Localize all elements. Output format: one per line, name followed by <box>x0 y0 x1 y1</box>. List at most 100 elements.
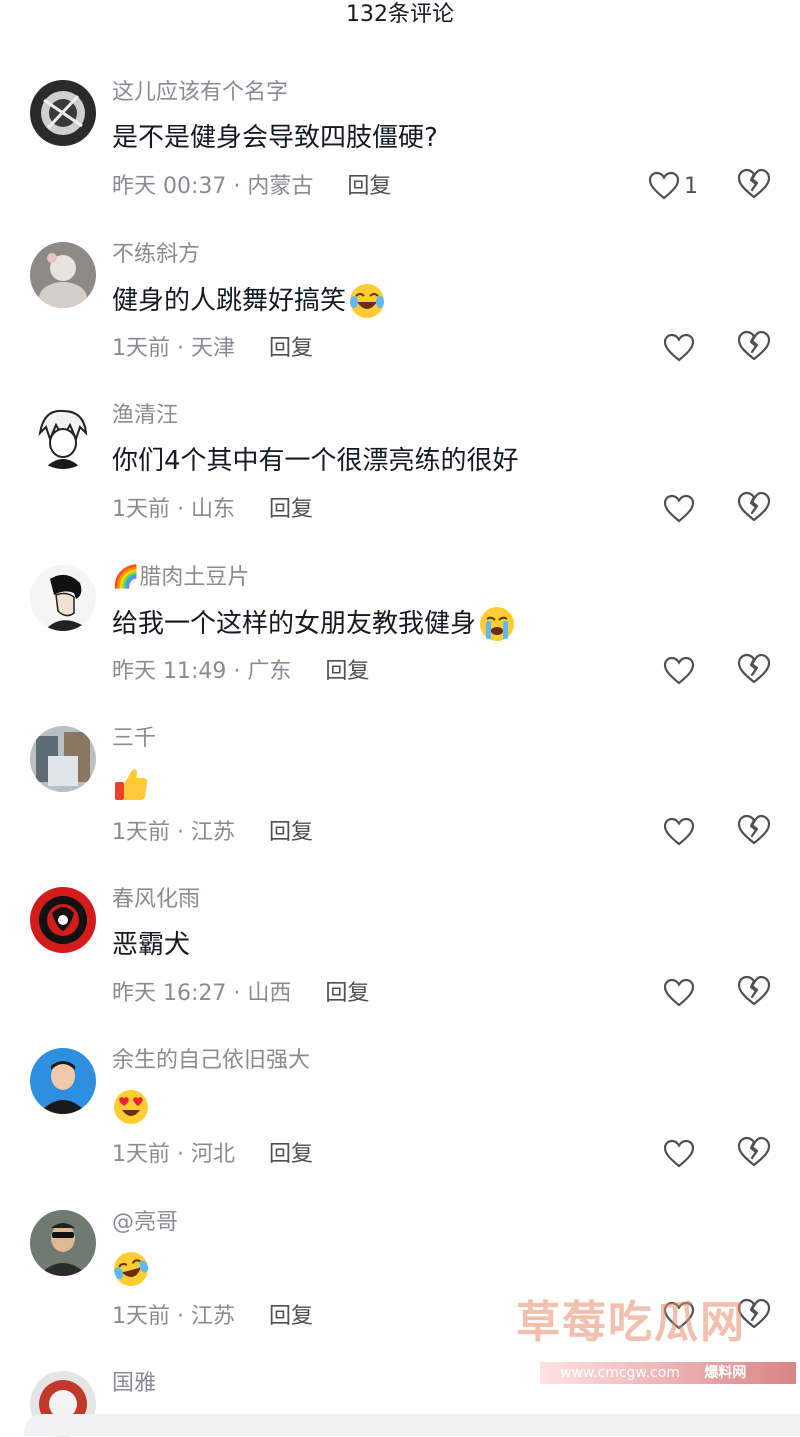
heart-eyes-emoji-icon <box>112 1088 150 1126</box>
reply-button[interactable]: 回复 <box>325 979 369 1009</box>
avatar[interactable] <box>30 403 96 469</box>
comment-username[interactable]: @亮哥 <box>112 1208 178 1238</box>
reply-button[interactable]: 回复 <box>347 172 391 202</box>
comment-username[interactable]: 春风化雨 <box>112 885 200 915</box>
comment-time-location: 1天前 · 天津 <box>112 336 235 361</box>
heart-icon <box>648 171 680 201</box>
comment-meta: 1天前 · 江苏 回复 <box>112 1302 313 1332</box>
comment-username[interactable]: 三千 <box>112 724 156 754</box>
comment-text: 是不是健身会导致四肢僵硬? <box>112 120 438 156</box>
comment-meta: 1天前 · 天津 回复 <box>112 334 313 364</box>
comment-text: 恶霸犬 <box>112 927 190 963</box>
laugh-cry-emoji-icon <box>348 282 386 320</box>
broken-heart-icon <box>737 653 771 685</box>
comment-text: 给我一个这样的女朋友教我健身 <box>112 605 516 643</box>
avatar[interactable] <box>30 726 96 792</box>
comment-text-content: 你们4个其中有一个很漂亮练的很好 <box>112 446 519 476</box>
comment-text: 你们4个其中有一个很漂亮练的很好 <box>112 443 519 479</box>
avatar[interactable] <box>30 1048 96 1114</box>
avatar[interactable] <box>30 887 96 953</box>
laugh-cry-emoji-icon <box>112 1250 150 1288</box>
comment-meta: 1天前 · 江苏 回复 <box>112 818 313 848</box>
reply-button[interactable]: 回复 <box>269 495 313 525</box>
comment-item: 三千 1天前 · 江苏 回复 <box>0 726 800 887</box>
reply-button[interactable]: 回复 <box>325 657 369 687</box>
comment-time-location: 1天前 · 河北 <box>112 1142 235 1167</box>
comment-time-location: 1天前 · 江苏 <box>112 820 235 845</box>
comment-input-bar[interactable] <box>24 1414 800 1436</box>
like-count: 1 <box>684 173 698 199</box>
watermark-tag: 爆料网 <box>704 1365 747 1381</box>
avatar[interactable] <box>30 565 96 631</box>
avatar[interactable] <box>30 1210 96 1276</box>
heart-icon <box>663 494 695 524</box>
comment-username[interactable]: 余生的自己依旧强大 <box>112 1046 310 1076</box>
comment-username[interactable]: 这儿应该有个名字 <box>112 78 288 108</box>
like-button[interactable] <box>663 975 695 1011</box>
broken-heart-icon <box>737 491 771 523</box>
dislike-button[interactable] <box>737 491 771 523</box>
comment-meta: 昨天 00:37 · 内蒙古 回复 <box>112 172 391 202</box>
comment-item: 渔清汪 你们4个其中有一个很漂亮练的很好 1天前 · 山东 回复 <box>0 403 800 564</box>
comment-text-content: 健身的人跳舞好搞笑 <box>112 286 347 316</box>
broken-heart-icon <box>737 1136 771 1168</box>
comment-meta: 1天前 · 山东 回复 <box>112 495 313 525</box>
reply-button[interactable]: 回复 <box>269 334 313 364</box>
avatar[interactable] <box>30 80 96 146</box>
like-button[interactable]: 1 <box>648 168 698 204</box>
reply-button[interactable]: 回复 <box>269 818 313 848</box>
reply-button[interactable]: 回复 <box>269 1140 313 1170</box>
like-button[interactable] <box>663 653 695 689</box>
watermark-url: www.cmcgw.com <box>560 1365 680 1381</box>
comments-count-title: 132条评论 <box>346 2 454 27</box>
comment-username[interactable]: 不练斜方 <box>112 240 200 270</box>
comment-text <box>112 1250 150 1288</box>
comment-text-content: 给我一个这样的女朋友教我健身 <box>112 609 477 639</box>
broken-heart-icon <box>737 330 771 362</box>
dislike-button[interactable] <box>737 653 771 685</box>
comment-item: 不练斜方 健身的人跳舞好搞笑 1天前 · 天津 回复 <box>0 242 800 403</box>
comment-time-location: 1天前 · 山东 <box>112 497 235 522</box>
thumbs-up-emoji-icon <box>112 766 150 804</box>
comment-text <box>112 1088 150 1126</box>
broken-heart-icon <box>737 814 771 846</box>
watermark-logo: 草莓吃瓜网 <box>516 1297 746 1348</box>
dislike-button[interactable] <box>737 1136 771 1168</box>
comment-username[interactable]: 🌈腊肉土豆片 <box>112 563 249 593</box>
heart-icon <box>663 1139 695 1169</box>
heart-icon <box>663 656 695 686</box>
like-button[interactable] <box>663 330 695 366</box>
watermark-url-bar: www.cmcgw.com 爆料网 <box>540 1362 796 1384</box>
crying-emoji-icon <box>478 605 516 643</box>
heart-icon <box>663 817 695 847</box>
comment-item: 🌈腊肉土豆片 给我一个这样的女朋友教我健身 昨天 11:49 · 广东 回复 <box>0 565 800 726</box>
like-button[interactable] <box>663 814 695 850</box>
comment-meta: 昨天 11:49 · 广东 回复 <box>112 657 369 687</box>
comment-item: 这儿应该有个名字 是不是健身会导致四肢僵硬? 昨天 00:37 · 内蒙古 回复… <box>0 80 800 241</box>
comment-time-location: 昨天 16:27 · 山西 <box>112 981 292 1006</box>
comment-time-location: 昨天 00:37 · 内蒙古 <box>112 174 314 199</box>
comment-text <box>112 766 150 804</box>
comment-item: 余生的自己依旧强大 1天前 · 河北 回复 <box>0 1048 800 1209</box>
dislike-button[interactable] <box>737 814 771 846</box>
comment-item: 春风化雨 恶霸犬 昨天 16:27 · 山西 回复 <box>0 887 800 1048</box>
comment-text-content: 恶霸犬 <box>112 930 191 960</box>
comment-username[interactable]: 渔清汪 <box>112 401 178 431</box>
comment-time-location: 1天前 · 江苏 <box>112 1304 235 1329</box>
comment-meta: 1天前 · 河北 回复 <box>112 1140 313 1170</box>
comment-username[interactable]: 国雅 <box>112 1369 156 1399</box>
avatar[interactable] <box>30 242 96 308</box>
dislike-button[interactable] <box>737 330 771 362</box>
comment-text: 健身的人跳舞好搞笑 <box>112 282 386 320</box>
dislike-button[interactable] <box>737 975 771 1007</box>
like-button[interactable] <box>663 1136 695 1172</box>
like-button[interactable] <box>663 491 695 527</box>
heart-icon <box>663 978 695 1008</box>
comment-text-content: 是不是健身会导致四肢僵硬? <box>112 123 438 153</box>
dislike-button[interactable] <box>737 168 771 200</box>
broken-heart-icon <box>737 975 771 1007</box>
comment-meta: 昨天 16:27 · 山西 回复 <box>112 979 369 1009</box>
heart-icon <box>663 333 695 363</box>
broken-heart-icon <box>737 168 771 200</box>
reply-button[interactable]: 回复 <box>269 1302 313 1332</box>
